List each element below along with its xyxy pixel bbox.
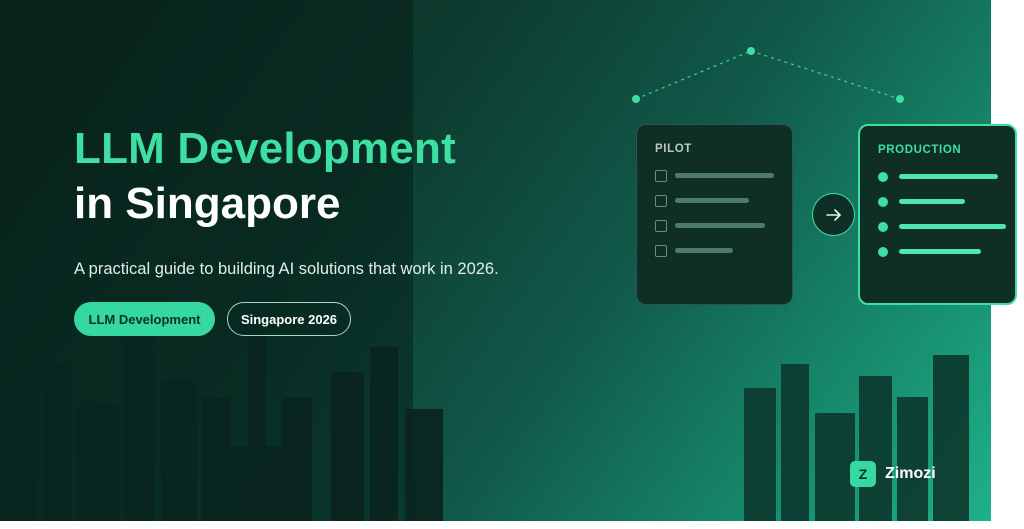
production-item bbox=[878, 222, 1006, 232]
hero-subtitle: A practical guide to building AI solutio… bbox=[74, 260, 499, 278]
bullet-dot-icon bbox=[878, 197, 888, 207]
pilot-item bbox=[655, 195, 749, 207]
pilot-item bbox=[655, 170, 774, 182]
pilot-card-label: PILOT bbox=[655, 143, 692, 155]
pilot-item bbox=[655, 220, 765, 232]
tag-singapore-2026[interactable]: Singapore 2026 bbox=[227, 302, 351, 336]
hero-title-line1: LLM Development bbox=[74, 124, 456, 173]
production-item bbox=[878, 172, 998, 182]
tag-llm-development[interactable]: LLM Development bbox=[74, 302, 215, 336]
hero-banner: LLM Development in Singapore A practical… bbox=[0, 0, 991, 521]
placeholder-line bbox=[675, 223, 765, 228]
brand-logo[interactable]: Z Zimozi bbox=[850, 461, 936, 487]
placeholder-line bbox=[675, 248, 733, 253]
arrow-right-glyph bbox=[825, 208, 841, 221]
pilot-card: PILOT bbox=[636, 124, 793, 305]
production-item bbox=[878, 247, 981, 257]
bullet-dot-icon bbox=[878, 222, 888, 232]
placeholder-line bbox=[899, 249, 981, 254]
checkbox-icon bbox=[655, 195, 667, 207]
production-item bbox=[878, 197, 965, 207]
pilot-item bbox=[655, 245, 733, 257]
placeholder-line bbox=[899, 174, 998, 179]
hero-title-line2: in Singapore bbox=[74, 179, 341, 228]
production-card: PRODUCTION bbox=[858, 124, 1017, 305]
production-card-label: PRODUCTION bbox=[878, 144, 962, 156]
brand-name: Zimozi bbox=[885, 465, 936, 482]
placeholder-line bbox=[675, 173, 774, 178]
bullet-dot-icon bbox=[878, 172, 888, 182]
bullet-dot-icon bbox=[878, 247, 888, 257]
checkbox-icon bbox=[655, 170, 667, 182]
logo-mark-icon: Z bbox=[850, 461, 876, 487]
placeholder-line bbox=[899, 199, 965, 204]
arrow-right-icon bbox=[812, 193, 855, 236]
placeholder-line bbox=[899, 224, 1006, 229]
checkbox-icon bbox=[655, 220, 667, 232]
checkbox-icon bbox=[655, 245, 667, 257]
placeholder-line bbox=[675, 198, 749, 203]
